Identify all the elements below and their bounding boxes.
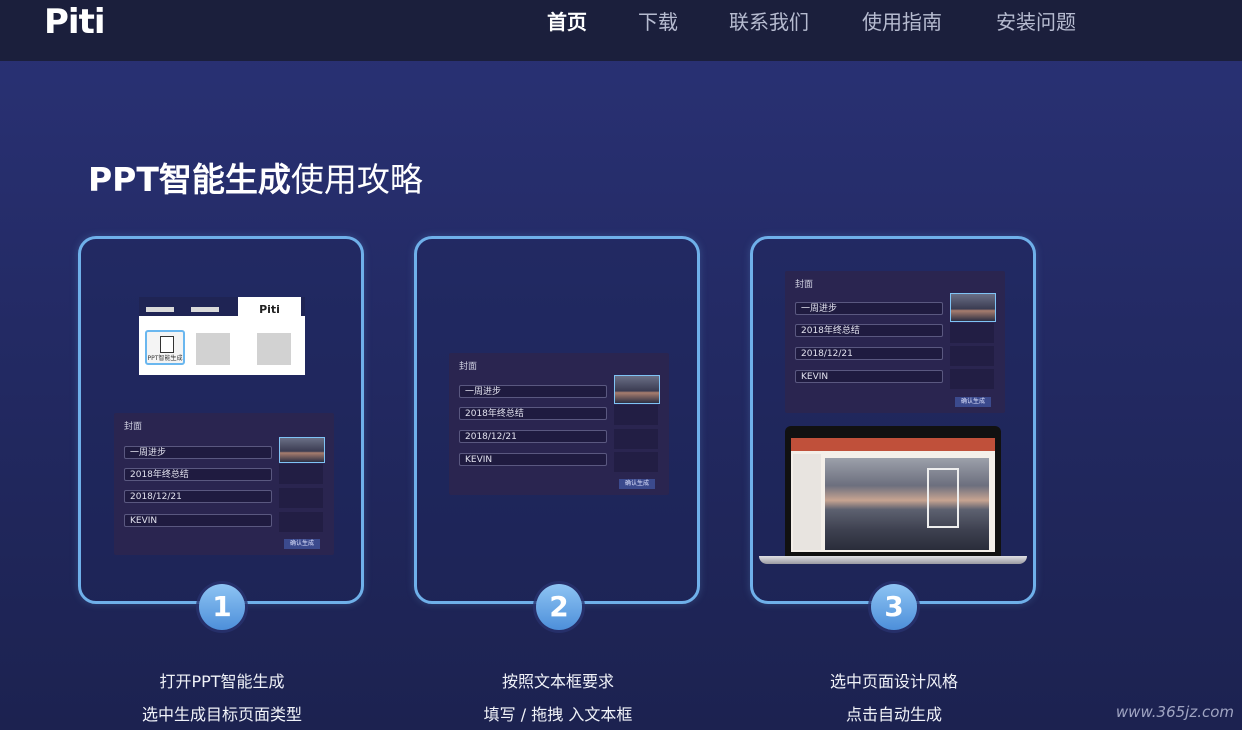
step-3-caption-line1: 选中页面设计风格 [829,672,958,691]
style-thumbnail-selected [279,437,325,463]
nav-install-issues[interactable]: 安装问题 [996,6,1076,36]
laptop-preview [785,426,1001,556]
nav-home[interactable]: 首页 [547,6,587,36]
page-title-rest: 使用攻略 [290,160,423,199]
form-field: KEVIN [124,514,272,527]
tab-placeholder [146,307,174,312]
style-thumbnail [614,405,658,425]
form-field: 2018年终总结 [459,407,607,420]
ppt-ribbon [791,438,995,451]
ppt-generate-tile-label: PPT智能生成 [147,355,183,362]
nav-user-guide[interactable]: 使用指南 [862,6,942,36]
form-field: 2018年终总结 [795,324,943,337]
form-field: 2018/12/21 [124,490,272,503]
form-title: 封面 [124,422,143,432]
form-field: 2018/12/21 [459,430,607,443]
slide-frame-decoration [927,468,959,528]
style-thumbnail [279,488,323,508]
piti-logo[interactable]: Piti [44,2,105,42]
cover-form-panel: 封面 一周进步 2018年终总结 2018/12/21 KEVIN 确认生成 [114,413,334,555]
step-badge-1: 1 [199,584,245,630]
form-title: 封面 [795,280,814,290]
confirm-button: 确认生成 [284,539,320,549]
form-field: KEVIN [459,453,607,466]
form-field: 一周进步 [795,302,943,315]
form-field: 2018年终总结 [124,468,272,481]
confirm-button: 确认生成 [955,397,991,407]
laptop-base [759,556,1027,564]
step-1-caption-line1: 打开PPT智能生成 [159,672,285,691]
step-3-caption-line2: 点击自动生成 [845,705,942,724]
step-badge-3: 3 [871,584,917,630]
ppt-generate-tile: PPT智能生成 [145,330,185,365]
style-thumbnail [950,369,994,389]
step-2-caption-line2: 填写 / 拖拽 入文本框 [483,705,633,724]
tab-placeholder [191,307,219,312]
page-title-bold: PPT智能生成 [88,160,291,199]
app-window-preview: Piti PPT智能生成 [139,297,305,375]
laptop-screen [791,438,995,552]
confirm-button: 确认生成 [619,479,655,489]
cover-form-panel: 封面 一周进步 2018年终总结 2018/12/21 KEVIN 确认生成 [449,353,669,495]
style-thumbnail [614,429,658,449]
style-thumbnail [279,464,323,484]
top-navigation-bar: Piti 首页 下载 联系我们 使用指南 安装问题 [0,0,1242,61]
form-field: 2018/12/21 [795,347,943,360]
style-thumbnail-selected [950,293,996,322]
generated-slide-preview [825,458,989,550]
style-thumbnail [279,512,323,532]
form-field: 一周进步 [124,446,272,459]
tab-piti: Piti [238,297,301,319]
watermark: www.365jz.com [1115,703,1234,721]
style-thumbnail [950,346,994,366]
step-2-caption-line1: 按照文本框要求 [501,672,614,691]
form-title: 封面 [459,362,478,372]
nav-contact-us[interactable]: 联系我们 [729,6,809,36]
style-thumbnail-selected [614,375,660,404]
tile-placeholder [257,333,291,365]
cover-form-panel: 封面 一周进步 2018年终总结 2018/12/21 KEVIN 确认生成 [785,271,1005,413]
document-icon [160,336,174,353]
step-1-caption-line2: 选中生成目标页面类型 [141,705,302,724]
nav-download[interactable]: 下载 [638,6,678,36]
slide-thumbnail-pane [793,454,821,550]
form-field: KEVIN [795,370,943,383]
style-thumbnail [614,452,658,472]
step-badge-2: 2 [536,584,582,630]
page-title: PPT智能生成使用攻略 [88,153,423,201]
tile-placeholder [196,333,230,365]
form-field: 一周进步 [459,385,607,398]
style-thumbnail [950,323,994,343]
